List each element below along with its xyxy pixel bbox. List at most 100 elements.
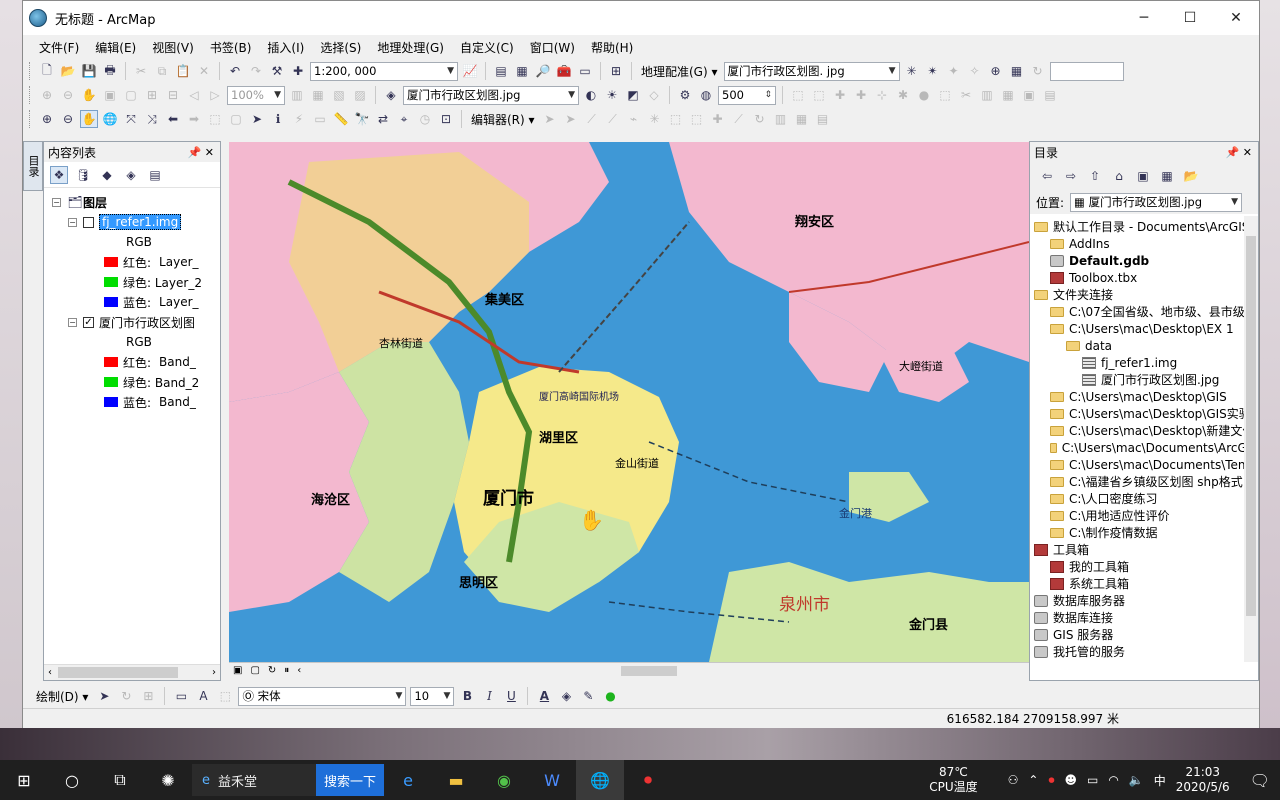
scroll-left-icon[interactable]: ‹ <box>297 665 301 676</box>
bold-button[interactable]: B <box>458 687 476 705</box>
zoom-in-icon[interactable]: ⊕ <box>38 110 56 128</box>
list-by-source-icon[interactable]: 🛢 <box>74 166 92 184</box>
catalog-item[interactable]: C:\Users\mac\Desktop\EX 1 <box>1030 320 1258 337</box>
topology-icon-13[interactable]: ▤ <box>1041 86 1059 104</box>
cut-polygons-icon[interactable]: ✚ <box>709 110 727 128</box>
band-row[interactable]: 蓝色: Band_ <box>44 392 220 412</box>
edit-annotation-icon[interactable]: ➤ <box>562 110 580 128</box>
rotate-edit-icon[interactable]: ↻ <box>751 110 769 128</box>
catalog-item[interactable]: 工具箱 <box>1030 541 1258 558</box>
tray-record-icon[interactable]: ⏺ <box>1048 773 1054 788</box>
catalog-item[interactable]: AddIns <box>1030 235 1258 252</box>
menu-item-9[interactable]: 帮助(H) <box>583 39 641 56</box>
topology-icon-5[interactable]: ⊹ <box>873 86 891 104</box>
fit-to-display-icon[interactable]: ✧ <box>966 62 984 80</box>
zoom-to-selected-icon[interactable]: ⊞ <box>139 687 157 705</box>
tray-app-icon[interactable]: ☻ <box>1064 773 1077 787</box>
rectangle-icon[interactable]: ▭ <box>172 687 190 705</box>
editor-menu[interactable]: 编辑器(R) ▾ <box>468 111 538 128</box>
taskbar-search-button[interactable]: 搜索一下 <box>316 764 385 796</box>
catalog-item[interactable]: C:\人口密度练习 <box>1030 490 1258 507</box>
catalog-item[interactable]: Default.gdb <box>1030 252 1258 269</box>
record-icon[interactable]: ⏺ <box>624 760 672 800</box>
open-folder-icon[interactable]: 📂 <box>59 62 77 80</box>
start-button[interactable]: ⊞ <box>0 760 48 800</box>
swipe-icon[interactable]: ◇ <box>645 86 663 104</box>
reshape-icon[interactable]: ⬚ <box>688 110 706 128</box>
menu-item-6[interactable]: 地理处理(G) <box>369 39 452 56</box>
catalog-item[interactable]: C:\Users\mac\Documents\Tenc <box>1030 456 1258 473</box>
topology-icon-11[interactable]: ▦ <box>999 86 1017 104</box>
brightness-spinner[interactable]: 500 ⇕ <box>718 85 776 105</box>
topology-icon-8[interactable]: ⬚ <box>936 86 954 104</box>
edit-vertices-draw-icon[interactable]: ⬚ <box>216 687 234 705</box>
task-view-icon[interactable]: ⧉ <box>96 760 144 800</box>
georeference-layer-combo[interactable]: 厦门市行政区划图. jpg ▼ <box>723 61 900 81</box>
edge-browser-icon[interactable]: e <box>384 760 432 800</box>
brightness-icon[interactable]: ☀ <box>603 86 621 104</box>
topology-icon-3[interactable]: ✚ <box>831 86 849 104</box>
add-control-points-icon[interactable]: ⊕ <box>987 62 1005 80</box>
topology-icon-2[interactable]: ⬚ <box>810 86 828 104</box>
draw-menu[interactable]: 绘制(D) ▾ <box>33 688 91 705</box>
scale-icon[interactable]: ✦ <box>945 62 963 80</box>
fixed-zoom-in-layout-icon[interactable]: ⊞ <box>143 86 161 104</box>
rotate-element-icon[interactable]: ↻ <box>117 687 135 705</box>
new-document-icon[interactable]: 🗋 <box>38 62 56 80</box>
catalog-item[interactable]: fj_refer1.img <box>1030 354 1258 371</box>
line-color-icon[interactable]: ✎ <box>579 687 597 705</box>
undo-icon[interactable]: ↶ <box>226 62 244 80</box>
catalog-item[interactable]: 文件夹连接 <box>1030 286 1258 303</box>
collapse-icon[interactable]: − <box>68 217 77 227</box>
forward-extent-icon[interactable]: ➡ <box>185 110 203 128</box>
close-button[interactable]: ✕ <box>1213 1 1259 35</box>
layer-visibility-checkbox[interactable] <box>83 216 94 228</box>
auto-adjust-icon[interactable]: ↻ <box>1029 62 1047 80</box>
pin-icon[interactable]: 📌 ✕ <box>188 146 214 159</box>
browser-360-icon[interactable]: ◉ <box>480 760 528 800</box>
home-folder-icon[interactable]: ⌂ <box>1110 167 1128 185</box>
band-row[interactable]: 蓝色: Layer_ <box>44 292 220 312</box>
contrast-icon[interactable]: ◐ <box>582 86 600 104</box>
back-extent-icon[interactable]: ⬅ <box>164 110 182 128</box>
select-element-icon[interactable]: ➤ <box>95 687 113 705</box>
layers-root[interactable]: − 🗂 图层 <box>44 192 220 212</box>
arcmap-taskbar-icon[interactable]: 🌐 <box>576 760 625 800</box>
georef-search-input[interactable] <box>1049 61 1124 81</box>
catalog-item[interactable]: C:\制作疫情数据 <box>1030 524 1258 541</box>
topology-icon-4[interactable]: ✚ <box>852 86 870 104</box>
catalog-window-icon[interactable]: ▦ <box>513 62 531 80</box>
band-row[interactable]: 绿色: Layer_2 <box>44 272 220 292</box>
menu-item-3[interactable]: 书签(B) <box>202 39 260 56</box>
edit-vertices-icon[interactable]: ⬚ <box>667 110 685 128</box>
editor-toolbar-icon[interactable]: 📈 <box>461 62 479 80</box>
edit-tool-icon[interactable]: ➤ <box>541 110 559 128</box>
focus-frame-icon[interactable]: ▦ <box>309 86 327 104</box>
catalog-item[interactable]: C:\用地适应性评价 <box>1030 507 1258 524</box>
refresh-icon[interactable]: ↻ <box>268 665 276 676</box>
back-arrow-icon[interactable]: ⇦ <box>1038 167 1056 185</box>
clock[interactable]: 21:03 2020/5/6 <box>1176 765 1230 795</box>
paste-icon[interactable]: 📋 <box>174 62 192 80</box>
zoom-100-icon[interactable]: ▢ <box>122 86 140 104</box>
image-analysis-icon[interactable]: ⚙ <box>676 86 694 104</box>
catalog-item[interactable]: 我托管的服务 <box>1030 643 1258 660</box>
view-link-table-icon[interactable]: ▦ <box>1008 62 1026 80</box>
band-row[interactable]: 红色: Layer_ <box>44 252 220 272</box>
redo-icon[interactable]: ↷ <box>247 62 265 80</box>
split-icon[interactable]: ⟋ <box>730 110 748 128</box>
topology-icon-1[interactable]: ⬚ <box>789 86 807 104</box>
straight-segment-icon[interactable]: ⟋ <box>583 110 601 128</box>
catalog-item[interactable]: 默认工作目录 - Documents\ArcGIS <box>1030 218 1258 235</box>
fill-color-icon[interactable]: ◈ <box>557 687 575 705</box>
topology-icon-9[interactable]: ✂ <box>957 86 975 104</box>
location-combo[interactable]: ▦ 厦门市行政区划图.jpg ▼ <box>1070 192 1243 212</box>
catalog-item[interactable]: 系统工具箱 <box>1030 575 1258 592</box>
full-extent-icon[interactable]: 🌐 <box>101 110 119 128</box>
create-features-icon[interactable]: ▤ <box>814 110 832 128</box>
hyperlink-icon[interactable]: ⚡ <box>290 110 308 128</box>
topology-icon-12[interactable]: ▣ <box>1020 86 1038 104</box>
fixed-zoom-in-icon[interactable]: ⤧ <box>122 110 140 128</box>
effects-layer-combo[interactable]: 厦门市行政区划图.jpg ▼ <box>403 85 579 105</box>
layout-view-icon[interactable]: ▢ <box>250 665 259 676</box>
